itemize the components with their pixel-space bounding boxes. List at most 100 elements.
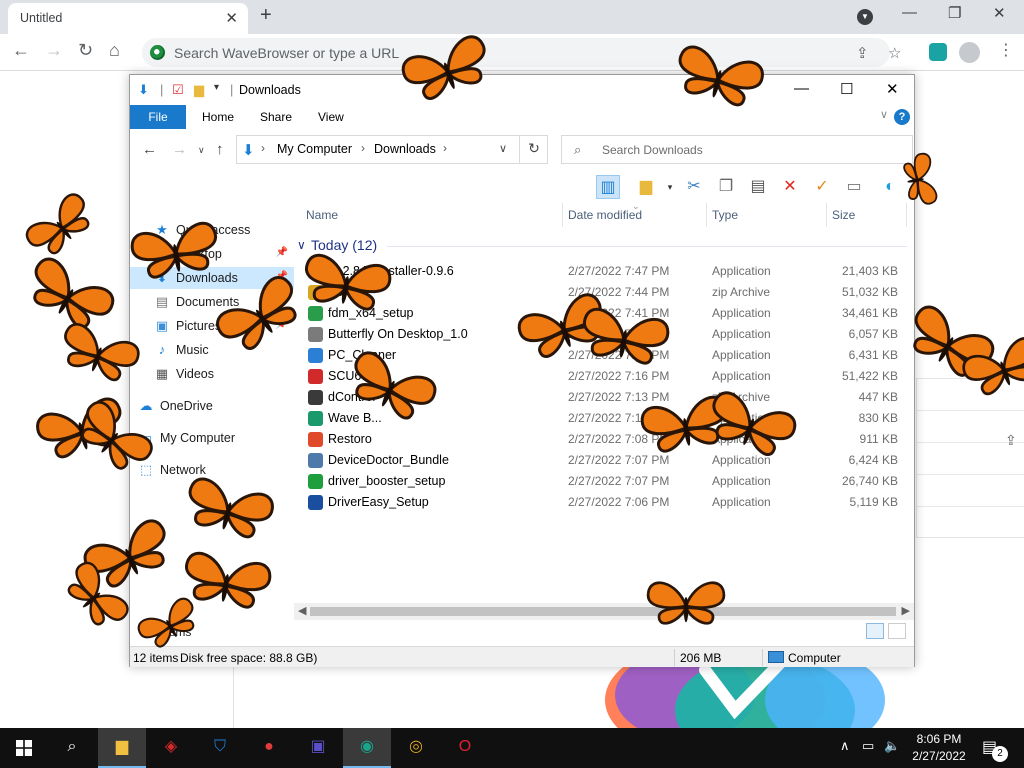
scroll-left-icon[interactable]: ◀ xyxy=(298,604,306,617)
taskbar-app[interactable]: ◎ xyxy=(392,728,440,768)
column-header-date[interactable]: Date modified xyxy=(568,208,642,222)
rename-icon[interactable]: ▭ xyxy=(842,175,866,199)
paste-icon[interactable]: ▤ xyxy=(746,175,770,199)
restore-button[interactable]: ❐ xyxy=(948,4,961,22)
close-button[interactable]: ✕ xyxy=(993,4,1006,22)
ribbon-tab-home[interactable]: Home xyxy=(190,105,246,129)
start-button[interactable] xyxy=(0,728,48,768)
nav-item-pictures[interactable]: ▣ Pictures 📌 xyxy=(130,315,294,337)
nav-item-videos[interactable]: ▦ Videos xyxy=(130,363,294,385)
column-header-type[interactable]: Type xyxy=(712,208,738,222)
nav-item-onedrive[interactable]: ☁ OneDrive xyxy=(130,395,294,417)
nav-item-quick-access[interactable]: ★ Quick access xyxy=(130,219,294,241)
taskbar-app[interactable]: ● xyxy=(245,728,293,768)
file-row[interactable]: PC_Cleaner 2/27/2022 7:30 PM Application 6,… xyxy=(300,345,912,366)
taskbar-clock[interactable]: 8:06 PM 2/27/2022 xyxy=(898,731,980,765)
forward-icon[interactable]: → xyxy=(45,40,63,61)
ribbon-tab-share[interactable]: Share xyxy=(248,105,304,129)
group-header-today[interactable]: ∨ Today (12) xyxy=(297,235,911,257)
file-row[interactable]: driver_booster_setup 2/27/2022 7:07 PM App… xyxy=(300,471,912,492)
file-row[interactable]: Wave B... 2/27/2022 7:10 PM Application 830… xyxy=(300,408,912,429)
nav-item-network[interactable]: ⬚ Network xyxy=(130,459,294,481)
minimize-button[interactable]: — xyxy=(902,4,917,21)
tab-close-icon[interactable]: ✕ xyxy=(225,9,238,27)
file-row[interactable]: Bonzi 2/27/2022 7:44 PM zip Archive 51,032 … xyxy=(300,282,912,303)
taskbar-app[interactable]: ◈ xyxy=(147,728,195,768)
network-status-icon[interactable]: ▭ xyxy=(862,738,874,754)
file-row[interactable]: Butterfly On Desktop_1.0 2/27/2022 7:37 P… xyxy=(300,324,912,345)
explorer-back-icon[interactable]: ← xyxy=(142,141,157,158)
back-icon[interactable]: ← xyxy=(12,40,30,61)
tab-search-icon[interactable]: ▼ xyxy=(857,9,873,25)
bookmark-star-icon[interactable]: ☆ xyxy=(888,44,901,62)
address-bar[interactable]: Search WaveBrowser or type a URL ⇪ ☆ xyxy=(142,38,901,67)
menu-kebab-icon[interactable]: ⋮ xyxy=(998,40,1014,60)
ribbon-expand-icon[interactable]: ∨ xyxy=(880,108,888,121)
refresh-icon[interactable]: ↻ xyxy=(519,135,548,164)
new-item-dropdown-icon[interactable]: ▾ xyxy=(658,175,682,199)
file-row[interactable]: fdm_x64_setup 2/27/2022 7:41 PM Applicatio… xyxy=(300,303,912,324)
taskbar-app[interactable]: ▆ xyxy=(98,728,146,768)
browser-tab[interactable]: Untitled ✕ xyxy=(8,3,248,34)
ribbon-tab-view[interactable]: View xyxy=(306,105,356,129)
taskbar-app[interactable]: ▣ xyxy=(294,728,342,768)
new-folder-icon[interactable]: ▆ xyxy=(194,82,204,98)
cut-icon[interactable]: ✂ xyxy=(682,175,706,199)
show-hidden-icons-icon[interactable]: ∧ xyxy=(840,738,850,754)
column-separator[interactable] xyxy=(906,203,907,227)
home-icon[interactable]: ⌂ xyxy=(109,40,120,61)
nav-item-documents[interactable]: ▤ Documents 📌 xyxy=(130,291,294,313)
ribbon-tab-file[interactable]: File xyxy=(130,105,186,129)
explorer-minimize-button[interactable]: — xyxy=(794,80,809,97)
explorer-address-bar[interactable]: ⬇ › My Computer › Downloads › ∨ xyxy=(236,135,548,164)
properties-globe-icon[interactable]: ◐ xyxy=(878,175,902,199)
column-separator[interactable] xyxy=(706,203,707,227)
column-header-size[interactable]: Size xyxy=(832,208,855,222)
column-separator[interactable] xyxy=(562,203,563,227)
address-dropdown-icon[interactable]: ∨ xyxy=(499,142,507,155)
nav-item-desktop[interactable]: ▭ Desktop 📌 xyxy=(130,243,294,265)
scroll-right-icon[interactable]: ▶ xyxy=(902,604,910,617)
up-level-icon[interactable]: ↑ xyxy=(216,141,224,158)
explorer-forward-icon[interactable]: → xyxy=(172,141,187,158)
file-row[interactable]: Restoro 2/27/2022 7:08 PM Application 911 K… xyxy=(300,429,912,450)
file-row[interactable]: ...-2.841-Installer-0.9.6 2/27/2022 7:47 … xyxy=(300,261,912,282)
delete-icon[interactable]: ✕ xyxy=(778,175,802,199)
breadcrumb-downloads[interactable]: Downloads xyxy=(374,142,436,156)
breadcrumb-my-computer[interactable]: My Computer xyxy=(277,142,352,156)
profile-avatar-icon[interactable] xyxy=(959,42,980,63)
new-tab-button[interactable]: + xyxy=(260,4,272,27)
check-icon[interactable]: ✓ xyxy=(810,175,834,199)
share-icon[interactable]: ⇪ xyxy=(1005,432,1017,449)
explorer-search-input[interactable]: ⌕ Search Downloads xyxy=(561,135,913,164)
search-button[interactable]: ⌕ xyxy=(48,728,96,768)
share-page-icon[interactable]: ⇪ xyxy=(856,44,869,62)
copy-icon[interactable]: ❐ xyxy=(714,175,738,199)
quick-access-dropdown-icon[interactable]: ▾ xyxy=(214,82,219,93)
scrollbar-thumb[interactable] xyxy=(310,607,896,616)
taskbar-app[interactable]: O xyxy=(441,728,489,768)
explorer-close-button[interactable]: ✕ xyxy=(886,80,899,98)
explorer-maximize-button[interactable]: ☐ xyxy=(840,80,853,98)
details-view-icon[interactable] xyxy=(866,623,884,639)
nav-item-music[interactable]: ♪ Music xyxy=(130,339,294,361)
preview-pane-icon[interactable]: ▥ xyxy=(596,175,620,199)
recent-locations-icon[interactable]: ∨ xyxy=(198,145,205,156)
file-row[interactable]: DriverEasy_Setup 2/27/2022 7:06 PM Applica… xyxy=(300,492,912,513)
nav-item-my-computer[interactable]: ▭ My Computer xyxy=(130,427,294,449)
file-row[interactable]: DeviceDoctor_Bundle 2/27/2022 7:07 PM Appl… xyxy=(300,450,912,471)
file-row[interactable]: dControl 2/27/2022 7:13 PM zip Archive 447 … xyxy=(300,387,912,408)
large-icons-view-icon[interactable] xyxy=(888,623,906,639)
collapse-chevron-icon[interactable]: ∨ xyxy=(297,238,306,252)
column-header-name[interactable]: Name xyxy=(306,208,338,222)
horizontal-scrollbar[interactable]: ◀ ▶ xyxy=(294,603,914,620)
file-row[interactable]: SCU69 2/27/2022 7:16 PM Application 51,422 … xyxy=(300,366,912,387)
properties-icon[interactable]: ☑ xyxy=(172,82,184,98)
taskbar-app[interactable]: ◉ xyxy=(343,728,391,768)
help-icon[interactable]: ? xyxy=(894,109,910,125)
new-folder-icon[interactable]: ▆ xyxy=(634,175,658,199)
column-separator[interactable] xyxy=(826,203,827,227)
taskbar-app[interactable]: ⛉ xyxy=(196,728,244,768)
nav-item-downloads[interactable]: ⬇ Downloads 📌 xyxy=(130,267,294,289)
extension-icon[interactable] xyxy=(929,43,947,61)
